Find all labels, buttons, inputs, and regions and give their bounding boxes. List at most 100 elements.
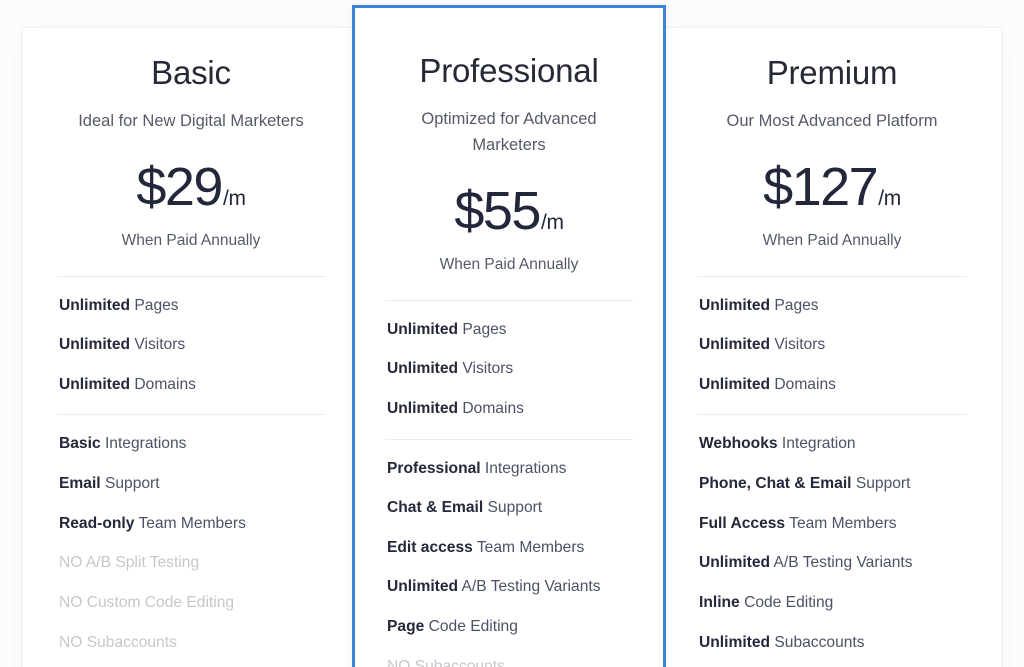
feature-item: Full Access Team Members (699, 513, 967, 536)
feature-item: NO Subaccounts (387, 656, 633, 667)
feature-item: Unlimited Pages (699, 295, 967, 318)
plan-tagline: Optimized for Advanced Marketers (421, 109, 597, 154)
pricing-card-basic[interactable]: Basic Ideal for New Digital Marketers $2… (22, 27, 360, 667)
plan-name: Premium (766, 54, 898, 91)
card-body: Professional Optimized for Advanced Mark… (355, 8, 663, 667)
feature-item: Phone, Chat & Email Support (699, 473, 967, 496)
feature-item: Basic Integrations (59, 433, 325, 456)
feature-item: Unlimited Domains (699, 374, 967, 397)
feature-item: Unlimited Domains (59, 374, 325, 397)
plan-tagline: Our Most Advanced Platform (726, 111, 938, 130)
feature-label-rest: Team Members (785, 514, 897, 532)
feature-label-rest: Pages (130, 296, 179, 314)
feature-label-strong: Full Access (699, 514, 786, 532)
billing-note: When Paid Annually (121, 231, 261, 249)
feature-label-strong: Unlimited (699, 296, 771, 314)
feature-label-rest: Pages (770, 296, 819, 314)
feature-label-rest: Support (483, 499, 543, 517)
feature-item: Email Support (59, 473, 325, 496)
feature-item: NO Subaccounts (59, 632, 325, 655)
feature-label-strong: Basic (59, 435, 101, 453)
feature-label-rest: Pages (458, 320, 507, 338)
feature-label-strong: Unlimited (59, 296, 131, 314)
plan-tagline: Ideal for New Digital Marketers (78, 111, 304, 130)
billing-note: When Paid Annually (762, 231, 902, 249)
feature-item: Unlimited Pages (59, 295, 325, 318)
feature-label-rest: A/B Testing Variants (458, 578, 601, 596)
feature-item: Unlimited Visitors (59, 334, 325, 357)
feature-item: NO A/B Split Testing (59, 552, 325, 575)
feature-label-rest: Support (851, 475, 911, 493)
feature-label-rest: Team Members (472, 538, 585, 556)
feature-label-strong: NO (387, 657, 411, 667)
feature-label-strong: Unlimited (699, 633, 771, 651)
feature-item: Unlimited A/B Testing Variants (699, 552, 967, 575)
extra-feature-list: Basic Integrations Email Support Read-only… (57, 415, 325, 654)
feature-label-strong: Edit access (387, 538, 473, 556)
card-body: Basic Ideal for New Digital Marketers $2… (23, 28, 359, 667)
feature-label-rest: Subaccounts (410, 657, 505, 667)
feature-item: Page Code Editing (387, 616, 633, 639)
feature-label-strong: Chat & Email (387, 499, 484, 517)
feature-label-strong: Unlimited (387, 360, 459, 378)
feature-label-strong: Inline (699, 593, 740, 611)
feature-item: Unlimited A/B Testing Variants (387, 576, 633, 599)
feature-label-rest: Team Members (134, 514, 246, 532)
feature-label-strong: Read-only (59, 514, 135, 532)
feature-label-rest: Subaccounts (770, 633, 865, 651)
feature-label-rest: Code Editing (739, 593, 834, 611)
extra-feature-list: Webhooks Integration Phone, Chat & Email … (697, 415, 967, 654)
feature-label-strong: Unlimited (699, 375, 771, 393)
feature-item: Webhooks Integration (699, 433, 967, 456)
feature-item: Inline Code Editing (699, 592, 967, 615)
feature-label-strong: Unlimited (387, 578, 459, 596)
feature-item: Unlimited Subaccounts (699, 632, 967, 655)
feature-label-rest: Domains (458, 399, 524, 417)
billing-note: When Paid Annually (439, 255, 579, 273)
pricing-page: Basic Ideal for New Digital Marketers $2… (0, 0, 1024, 667)
feature-item: Unlimited Visitors (699, 334, 967, 357)
feature-label-strong: Professional (387, 459, 481, 477)
feature-label-rest: Subaccounts (82, 633, 177, 651)
feature-label-strong: NO (59, 554, 83, 572)
feature-label-strong: Webhooks (699, 435, 778, 453)
extra-feature-list: Professional Integrations Chat & Email Su… (385, 440, 633, 667)
feature-label-rest: Domains (130, 375, 196, 393)
feature-item: Read-only Team Members (59, 513, 325, 536)
feature-label-strong: Unlimited (699, 336, 771, 354)
feature-label-strong: Unlimited (59, 375, 131, 393)
price-amount: $127 (763, 156, 879, 217)
pricing-card-premium[interactable]: Premium Our Most Advanced Platform $127/… (662, 27, 1002, 667)
core-feature-list: Unlimited Pages Unlimited Visitors Unlimit… (385, 301, 633, 421)
feature-label-strong: Email (59, 475, 101, 493)
feature-label-rest: Integration (777, 435, 856, 453)
feature-label-strong: Unlimited (387, 399, 459, 417)
feature-label-rest: Code Editing (424, 617, 518, 635)
feature-item: Edit access Team Members (387, 537, 633, 560)
feature-label-rest: Support (100, 475, 160, 493)
price-period: /m (540, 210, 564, 234)
feature-label-strong: Phone, Chat & Email (699, 475, 852, 493)
pricing-card-professional[interactable]: Professional Optimized for Advanced Mark… (352, 5, 666, 667)
feature-item: Professional Integrations (387, 458, 633, 481)
feature-label-rest: Custom Code Editing (82, 593, 235, 611)
card-body: Premium Our Most Advanced Platform $127/… (663, 28, 1001, 667)
price-amount: $29 (136, 156, 223, 217)
core-feature-list: Unlimited Pages Unlimited Visitors Unlimit… (57, 277, 325, 397)
feature-label-strong: NO (59, 593, 83, 611)
feature-item: Unlimited Domains (387, 398, 633, 421)
price-amount: $55 (454, 180, 541, 241)
plan-price: $55/m (385, 184, 633, 238)
feature-label-rest: Visitors (458, 360, 514, 378)
plan-price: $127/m (697, 160, 967, 214)
plan-name: Professional (419, 52, 599, 89)
feature-label-rest: Visitors (770, 336, 826, 354)
feature-label-rest: Integrations (100, 435, 187, 453)
feature-label-strong: Unlimited (699, 554, 771, 572)
feature-label-strong: NO (59, 633, 83, 651)
price-period: /m (878, 186, 901, 210)
feature-label-rest: Visitors (130, 336, 186, 354)
core-feature-list: Unlimited Pages Unlimited Visitors Unlimit… (697, 277, 967, 397)
feature-item: Chat & Email Support (387, 497, 633, 520)
price-period: /m (222, 186, 246, 210)
